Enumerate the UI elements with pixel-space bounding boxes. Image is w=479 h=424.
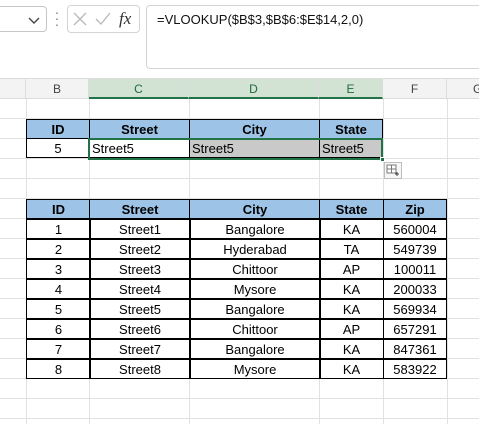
data-cell-city[interactable]: Mysore xyxy=(189,359,321,379)
quick-analysis-button[interactable] xyxy=(384,162,402,179)
formula-buttons: fx xyxy=(67,5,140,33)
data-cell-street[interactable]: Street5 xyxy=(89,299,191,319)
column-header-e[interactable]: E xyxy=(319,79,383,99)
data-cell-id[interactable]: 7 xyxy=(26,339,91,359)
data-cell-city[interactable]: Chittoor xyxy=(189,259,321,279)
data-cell-id[interactable]: 4 xyxy=(26,279,91,299)
data-header-id[interactable]: ID xyxy=(26,199,91,219)
formula-bar-area: · · · fx =VLOOKUP($B$3,$B$6:$E$14,2,0) xyxy=(0,0,479,77)
lookup-header-state[interactable]: State xyxy=(319,119,383,139)
data-cell-state[interactable]: KA xyxy=(319,219,384,239)
data-header-zip[interactable]: Zip xyxy=(383,199,447,219)
name-box[interactable] xyxy=(0,6,47,32)
insert-function-icon[interactable]: fx xyxy=(119,8,139,30)
lookup-header-id[interactable]: ID xyxy=(26,119,90,139)
selection-border xyxy=(88,138,383,160)
data-cell-zip[interactable]: 200033 xyxy=(383,279,447,299)
data-cell-state[interactable]: AP xyxy=(319,319,384,339)
data-cell-id[interactable]: 6 xyxy=(26,319,91,339)
data-header-city[interactable]: City xyxy=(189,199,321,219)
data-cell-zip[interactable]: 549739 xyxy=(383,239,447,259)
chevron-down-icon[interactable] xyxy=(26,12,42,28)
data-cell-state[interactable]: KA xyxy=(319,299,384,319)
data-header-state[interactable]: State xyxy=(319,199,384,219)
column-headers: B C D E F G xyxy=(0,78,479,99)
data-cell-street[interactable]: Street7 xyxy=(89,339,191,359)
data-cell-street[interactable]: Street8 xyxy=(89,359,191,379)
data-cell-street[interactable]: Street3 xyxy=(89,259,191,279)
data-cell-id[interactable]: 5 xyxy=(26,299,91,319)
data-cell-street[interactable]: Street4 xyxy=(89,279,191,299)
column-header-d[interactable]: D xyxy=(189,79,319,99)
data-cell-zip[interactable]: 569934 xyxy=(383,299,447,319)
data-cell-city[interactable]: Hyderabad xyxy=(189,239,321,259)
data-cell-city[interactable]: Bangalore xyxy=(189,219,321,239)
data-cell-id[interactable]: 1 xyxy=(26,219,91,239)
data-cell-city[interactable]: Chittoor xyxy=(189,319,321,339)
cancel-icon[interactable] xyxy=(72,11,88,27)
formula-input[interactable]: =VLOOKUP($B$3,$B$6:$E$14,2,0) xyxy=(146,5,479,69)
data-cell-state[interactable]: TA xyxy=(319,239,384,259)
column-header-f[interactable]: F xyxy=(383,79,447,99)
data-cell-zip[interactable]: 657291 xyxy=(383,319,447,339)
data-cell-zip[interactable]: 100011 xyxy=(383,259,447,279)
data-cell-zip[interactable]: 847361 xyxy=(383,339,447,359)
data-cell-city[interactable]: Bangalore xyxy=(189,339,321,359)
data-cell-state[interactable]: AP xyxy=(319,259,384,279)
data-cell-id[interactable]: 3 xyxy=(26,259,91,279)
data-header-street[interactable]: Street xyxy=(89,199,191,219)
data-cell-zip[interactable]: 560004 xyxy=(383,219,447,239)
data-cell-city[interactable]: Bangalore xyxy=(189,299,321,319)
data-cell-state[interactable]: KA xyxy=(319,359,384,379)
check-icon[interactable] xyxy=(94,11,112,27)
lookup-header-street[interactable]: Street xyxy=(89,119,190,139)
lookup-id-cell[interactable]: 5 xyxy=(26,138,90,158)
data-cell-id[interactable]: 2 xyxy=(26,239,91,259)
data-cell-city[interactable]: Mysore xyxy=(189,279,321,299)
formula-bar-resize-handle[interactable]: · · · xyxy=(52,5,62,31)
column-header-c[interactable]: C xyxy=(89,79,189,99)
column-header-b[interactable]: B xyxy=(26,79,89,99)
data-cell-zip[interactable]: 583922 xyxy=(383,359,447,379)
data-cell-state[interactable]: KA xyxy=(319,339,384,359)
data-cell-street[interactable]: Street1 xyxy=(89,219,191,239)
data-cell-street[interactable]: Street6 xyxy=(89,319,191,339)
row-header-corner[interactable] xyxy=(0,79,26,99)
quick-analysis-icon xyxy=(386,164,399,176)
data-cell-state[interactable]: KA xyxy=(319,279,384,299)
lookup-header-city[interactable]: City xyxy=(189,119,320,139)
data-cell-id[interactable]: 8 xyxy=(26,359,91,379)
column-header-g[interactable]: G xyxy=(447,79,479,99)
data-cell-street[interactable]: Street2 xyxy=(89,239,191,259)
